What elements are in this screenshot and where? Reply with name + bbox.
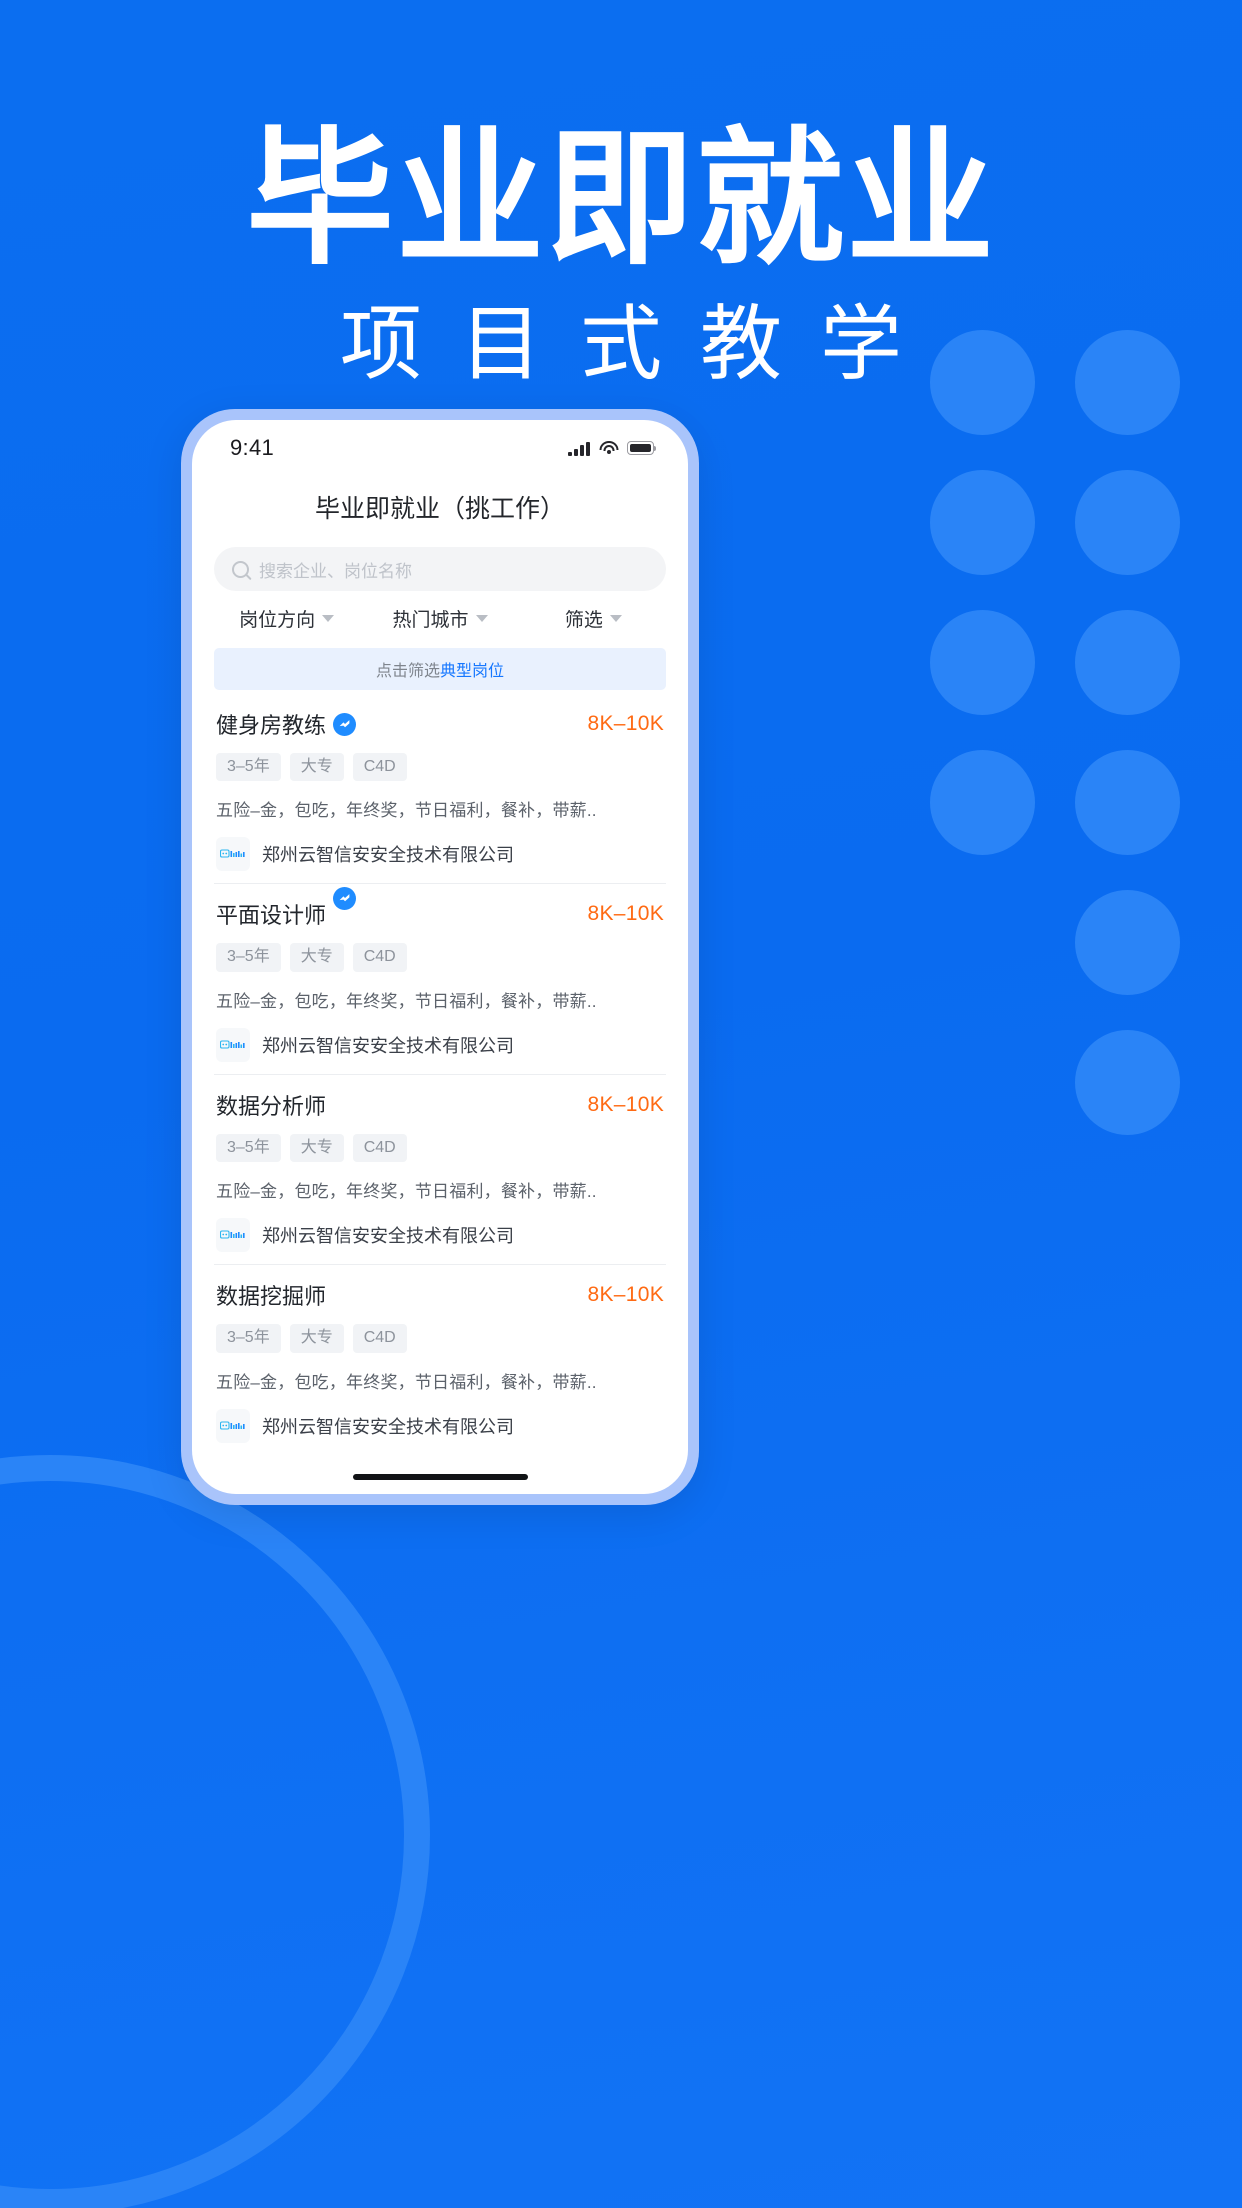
job-title: 健身房教练 xyxy=(216,713,327,738)
status-bar: 9:41 xyxy=(192,420,688,476)
page-title: 毕业即就业（挑工作） xyxy=(314,495,565,523)
home-indicator[interactable] xyxy=(192,1460,688,1494)
decorative-dot xyxy=(930,610,1035,715)
job-company[interactable]: 郑州云智信安安全技术有限公司 xyxy=(216,1027,664,1062)
job-title: 数据分析师 xyxy=(216,1093,327,1119)
job-card[interactable]: 数据挖掘师 8K–10K 3–5年 大专 C4D 五险–金，包吃，年终奖，节日福… xyxy=(214,1265,666,1454)
job-tag: C4D xyxy=(352,1324,407,1353)
job-salary: 8K–10K xyxy=(587,712,664,735)
phone-screen: 9:41 毕业即就业（挑工作） 搜索企业、岗位名称 岗位方向 热门城市 筛选 点… xyxy=(192,420,688,1494)
job-card-header: 数据挖掘师 8K–10K xyxy=(216,1279,664,1311)
job-card[interactable]: 数据分析师 8K–10K 3–5年 大专 C4D 五险–金，包吃，年终奖，节日福… xyxy=(214,1075,666,1266)
decorative-dot xyxy=(1075,610,1180,715)
job-company[interactable]: 郑州云智信安安全技术有限公司 xyxy=(216,1218,664,1253)
job-benefits: 五险–金，包吃，年终奖，节日福利，餐补，带薪.. xyxy=(216,1182,597,1202)
job-tags: 3–5年 大专 C4D xyxy=(216,1133,664,1163)
banner-text-prefix: 点击筛选 xyxy=(375,663,440,680)
wifi-icon xyxy=(599,441,618,455)
chevron-down-icon xyxy=(322,615,335,622)
status-bar-time: 9:41 xyxy=(230,435,275,460)
job-tags: 3–5年 大专 C4D xyxy=(216,753,664,782)
job-tag: 大专 xyxy=(289,943,344,972)
job-tags: 3–5年 大专 C4D xyxy=(216,1324,664,1353)
verified-badge-icon xyxy=(333,712,357,736)
job-benefits: 五险–金，包吃，年终奖，节日福利，餐补，带薪.. xyxy=(216,801,597,821)
search-section: 搜索企业、岗位名称 xyxy=(192,538,688,591)
verified-badge-icon xyxy=(333,886,357,910)
job-company[interactable]: 郑州云智信安安全技术有限公司 xyxy=(216,1408,664,1443)
poster-title-main: 毕业即就业 xyxy=(246,117,996,282)
decorative-dot xyxy=(1075,890,1180,995)
job-title-wrap: 健身房教练 xyxy=(216,708,357,740)
job-card-header: 平面设计师 8K–10K xyxy=(216,886,664,930)
filter-label: 岗位方向 xyxy=(239,610,316,631)
job-company[interactable]: 郑州云智信安安全技术有限公司 xyxy=(216,837,664,872)
job-card-header: 健身房教练 8K–10K xyxy=(216,708,664,740)
job-tags: 3–5年 大专 C4D xyxy=(216,943,664,972)
search-placeholder: 搜索企业、岗位名称 xyxy=(259,561,412,581)
job-tag: 3–5年 xyxy=(216,943,281,972)
job-card[interactable]: 健身房教练 8K–10K 3–5年 大专 C4D 五险–金，包吃，年终奖，节日福… xyxy=(214,694,666,885)
job-salary: 8K–10K xyxy=(587,1092,664,1116)
poster-title-sub: 项目式教学 xyxy=(339,299,940,390)
battery-icon xyxy=(627,441,657,455)
job-title-wrap: 数据挖掘师 xyxy=(216,1279,326,1311)
company-logo-icon xyxy=(216,1218,250,1253)
job-salary: 8K–10K xyxy=(587,1283,664,1307)
filter-hot-city[interactable]: 热门城市 xyxy=(363,605,516,632)
decorative-dot xyxy=(930,470,1035,575)
job-card[interactable]: 平面设计师 8K–10K 3–5年 大专 C4D 五险–金，包吃，年终奖，节日福… xyxy=(214,884,666,1075)
job-title: 平面设计师 xyxy=(216,903,327,929)
search-icon xyxy=(232,560,249,578)
company-logo-icon xyxy=(216,1408,250,1443)
job-tag: 大专 xyxy=(289,753,344,782)
job-tag: 3–5年 xyxy=(216,753,281,782)
decorative-dot xyxy=(930,750,1035,855)
phone-mockup: 9:41 毕业即就业（挑工作） 搜索企业、岗位名称 岗位方向 热门城市 筛选 点… xyxy=(181,409,699,1505)
status-bar-icons xyxy=(568,441,657,456)
job-title-wrap: 数据分析师 xyxy=(216,1089,326,1121)
chevron-down-icon xyxy=(475,615,488,622)
company-logo-icon xyxy=(216,837,250,872)
filter-label: 热门城市 xyxy=(392,610,469,631)
filter-job-direction[interactable]: 岗位方向 xyxy=(210,605,363,632)
job-benefits: 五险–金，包吃，年终奖，节日福利，餐补，带薪.. xyxy=(216,991,597,1011)
job-card-header: 数据分析师 8K–10K xyxy=(216,1089,664,1121)
job-benefits: 五险–金，包吃，年终奖，节日福利，餐补，带薪.. xyxy=(216,1372,597,1392)
filter-more[interactable]: 筛选 xyxy=(517,605,670,632)
job-title: 数据挖掘师 xyxy=(216,1284,327,1310)
job-tag: 3–5年 xyxy=(216,1324,281,1353)
decorative-dot xyxy=(1075,750,1180,855)
job-tag: C4D xyxy=(352,943,407,972)
typical-jobs-banner[interactable]: 点击筛选 典型岗位 xyxy=(214,648,666,690)
company-name: 郑州云智信安安全技术有限公司 xyxy=(262,845,514,866)
search-input[interactable]: 搜索企业、岗位名称 xyxy=(214,547,666,591)
poster-headline: 毕业即就业 项目式教学 xyxy=(0,0,1242,386)
job-tag: 大专 xyxy=(289,1133,344,1163)
decorative-dot xyxy=(1075,470,1180,575)
company-logo-icon xyxy=(216,1027,250,1062)
decorative-ring xyxy=(0,1455,430,2208)
job-list: 点击筛选 典型岗位 健身房教练 8K–10K 3–5年 大专 C4D 五险–金，… xyxy=(192,648,688,1460)
banner-text-link: 典型岗位 xyxy=(440,663,505,680)
job-tag: 大专 xyxy=(289,1324,344,1353)
company-name: 郑州云智信安安全技术有限公司 xyxy=(262,1035,514,1056)
job-salary: 8K–10K xyxy=(587,902,664,926)
chevron-down-icon xyxy=(609,615,622,622)
job-tag: C4D xyxy=(352,753,407,782)
company-name: 郑州云智信安安全技术有限公司 xyxy=(262,1416,514,1437)
company-name: 郑州云智信安安全技术有限公司 xyxy=(262,1226,514,1247)
job-tag: C4D xyxy=(352,1133,407,1163)
job-tag: 3–5年 xyxy=(216,1133,281,1163)
filter-label: 筛选 xyxy=(564,610,603,631)
decorative-dot xyxy=(1075,1030,1180,1135)
filter-bar: 岗位方向 热门城市 筛选 xyxy=(192,591,688,648)
signal-bars-icon xyxy=(568,441,590,456)
job-title-wrap: 平面设计师 xyxy=(216,886,357,930)
